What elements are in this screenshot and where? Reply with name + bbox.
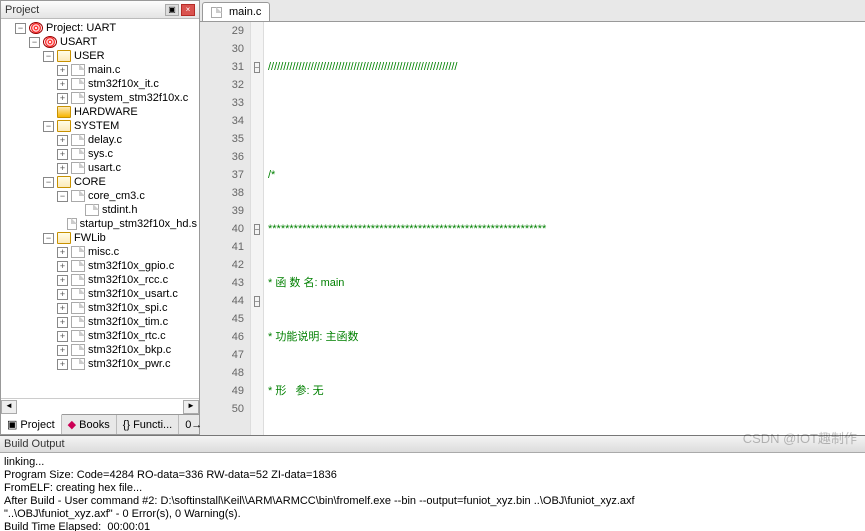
editor-panel: main.c 293031323334353637383940414243444…: [200, 0, 865, 435]
file-icon: [71, 246, 85, 258]
file-it[interactable]: +stm32f10x_it.c: [1, 77, 199, 91]
line-gutter: 2930313233343536373839404142434445464748…: [200, 22, 250, 435]
file-usart[interactable]: +usart.c: [1, 161, 199, 175]
project-tab-icon: ▣: [7, 418, 17, 431]
target-icon: [29, 22, 43, 34]
folder-system[interactable]: −SYSTEM: [1, 119, 199, 133]
file-pwr[interactable]: +stm32f10x_pwr.c: [1, 357, 199, 371]
file-tab-main[interactable]: main.c: [202, 2, 270, 21]
file-stdint[interactable]: stdint.h: [1, 203, 199, 217]
folder-hardware[interactable]: HARDWARE: [1, 105, 199, 119]
file-icon: [71, 302, 85, 314]
file-delay[interactable]: +delay.c: [1, 133, 199, 147]
folder-open-icon: [57, 50, 71, 62]
folder-user[interactable]: −USER: [1, 49, 199, 63]
file-spi[interactable]: +stm32f10x_spi.c: [1, 301, 199, 315]
code-content[interactable]: ////////////////////////////////////////…: [264, 22, 865, 435]
tree-root[interactable]: −Project: UART: [1, 21, 199, 35]
project-title: Project: [5, 4, 39, 16]
file-gpio[interactable]: +stm32f10x_gpio.c: [1, 259, 199, 273]
file-rcc[interactable]: +stm32f10x_rcc.c: [1, 273, 199, 287]
output-title: Build Output: [0, 436, 865, 453]
close-icon[interactable]: ×: [181, 4, 195, 16]
file-bkp[interactable]: +stm32f10x_bkp.c: [1, 343, 199, 357]
tab-books[interactable]: ◆Books: [62, 415, 117, 434]
file-startup[interactable]: startup_stm32f10x_hd.s: [1, 217, 199, 231]
file-corecm3[interactable]: −core_cm3.c: [1, 189, 199, 203]
file-icon: [71, 148, 85, 160]
file-icon: [71, 316, 85, 328]
file-icon: [71, 358, 85, 370]
folder-open-icon: [57, 120, 71, 132]
file-icon: [71, 330, 85, 342]
project-tree[interactable]: −Project: UART −USART −USER +main.c +stm…: [1, 19, 199, 398]
build-output-panel: Build Output linking... Program Size: Co…: [0, 435, 865, 531]
file-rtc[interactable]: +stm32f10x_rtc.c: [1, 329, 199, 343]
project-bottom-tabs: ▣Project ◆Books {}Functi... 0→Templ...: [1, 414, 199, 434]
code-editor[interactable]: 2930313233343536373839404142434445464748…: [200, 22, 865, 435]
books-icon: ◆: [68, 418, 76, 431]
file-misc[interactable]: +misc.c: [1, 245, 199, 259]
file-icon: [71, 78, 85, 90]
folder-icon: [57, 106, 71, 118]
file-icon: [71, 134, 85, 146]
file-main[interactable]: +main.c: [1, 63, 199, 77]
file-icon: [71, 64, 85, 76]
tab-functions[interactable]: {}Functi...: [117, 415, 179, 434]
braces-icon: {}: [123, 419, 130, 431]
target-icon: [43, 36, 57, 48]
file-icon: [71, 344, 85, 356]
file-icon: [71, 288, 85, 300]
file-icon: [71, 162, 85, 174]
output-body[interactable]: linking... Program Size: Code=4284 RO-da…: [0, 453, 865, 531]
file-icon: [71, 190, 85, 202]
file-icon: [71, 92, 85, 104]
file-tim[interactable]: +stm32f10x_tim.c: [1, 315, 199, 329]
project-header: Project ▣ ×: [1, 1, 199, 19]
fold-gutter[interactable]: − −−: [250, 22, 264, 435]
folder-open-icon: [57, 232, 71, 244]
folder-core[interactable]: −CORE: [1, 175, 199, 189]
file-tabs: main.c: [200, 0, 865, 22]
file-icon: [71, 260, 85, 272]
file-icon: [211, 7, 222, 18]
folder-open-icon: [57, 176, 71, 188]
file-icon: [67, 218, 77, 230]
tree-usart[interactable]: −USART: [1, 35, 199, 49]
project-panel: Project ▣ × −Project: UART −USART −USER …: [0, 0, 200, 435]
tree-hscroll[interactable]: ◄►: [1, 398, 199, 414]
file-usart2[interactable]: +stm32f10x_usart.c: [1, 287, 199, 301]
tab-project[interactable]: ▣Project: [1, 414, 62, 434]
pin-icon[interactable]: ▣: [165, 4, 179, 16]
file-sysstm[interactable]: +system_stm32f10x.c: [1, 91, 199, 105]
file-sys[interactable]: +sys.c: [1, 147, 199, 161]
file-icon: [71, 274, 85, 286]
folder-fwlib[interactable]: −FWLib: [1, 231, 199, 245]
file-icon: [85, 204, 99, 216]
